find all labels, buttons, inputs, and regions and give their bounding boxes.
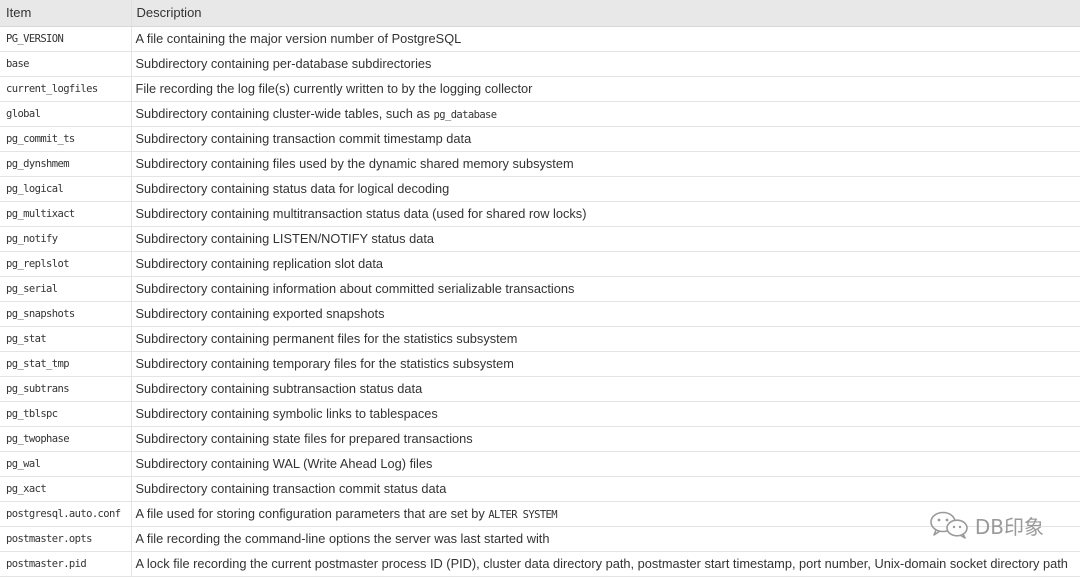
row-description: File recording the log file(s) currently… [131, 76, 1080, 102]
row-item: pg_snapshots [0, 301, 132, 327]
row-description-text: Subdirectory containing transaction comm… [135, 131, 472, 146]
row-description-text: A file used for storing configuration pa… [135, 506, 489, 521]
row-description-text: Subdirectory containing WAL (Write Ahead… [135, 456, 433, 471]
row-description-text: File recording the log file(s) currently… [135, 81, 533, 96]
row-description: Subdirectory containing permanent files … [131, 326, 1080, 352]
row-description: Subdirectory containing WAL (Write Ahead… [131, 451, 1080, 477]
table-row: postgresql.auto.conf A file used for stor… [0, 501, 1080, 527]
table-row: pg_stat_tmp Subdirectory containing tempo… [0, 351, 1080, 377]
row-description: Subdirectory containing cluster-wide tab… [131, 101, 1080, 127]
row-description-text: A file containing the major version numb… [135, 31, 462, 46]
row-item: current_logfiles [0, 76, 132, 102]
row-description: Subdirectory containing multitransaction… [131, 201, 1080, 227]
row-description: Subdirectory containing state files for … [131, 426, 1080, 452]
row-description: A file containing the major version numb… [131, 26, 1080, 52]
table-row: pg_snapshots Subdirectory containing expo… [0, 301, 1080, 327]
table-row: pg_notify Subdirectory containing LISTEN/… [0, 226, 1080, 252]
row-description-text: Subdirectory containing LISTEN/NOTIFY st… [135, 231, 435, 246]
row-description-text: Subdirectory containing information abou… [135, 281, 575, 296]
row-item: pg_tblspc [0, 401, 132, 427]
table-row: pg_commit_ts Subdirectory containing tran… [0, 126, 1080, 152]
row-description: Subdirectory containing per-database sub… [131, 51, 1080, 77]
row-description-text: A lock file recording the current postma… [135, 556, 1068, 571]
row-description-text: Subdirectory containing transaction comm… [135, 481, 447, 496]
row-description: A file recording the command-line option… [131, 526, 1080, 552]
table-header-row: Item Description [0, 0, 1080, 27]
row-description: Subdirectory containing subtransaction s… [131, 376, 1080, 402]
row-description-text: Subdirectory containing state files for … [135, 431, 473, 446]
row-description: Subdirectory containing transaction comm… [131, 476, 1080, 502]
row-description: Subdirectory containing status data for … [131, 176, 1080, 202]
row-description: Subdirectory containing replication slot… [131, 251, 1080, 277]
row-description: Subdirectory containing LISTEN/NOTIFY st… [131, 226, 1080, 252]
row-description-code: pg_database [433, 109, 498, 121]
row-description: Subdirectory containing symbolic links t… [131, 401, 1080, 427]
table-row: pg_xact Subdirectory containing transacti… [0, 476, 1080, 502]
row-description-text: Subdirectory containing permanent files … [135, 331, 518, 346]
row-item: pg_serial [0, 276, 132, 302]
row-description: Subdirectory containing exported snapsho… [131, 301, 1080, 327]
row-description-text: Subdirectory containing symbolic links t… [135, 406, 438, 421]
row-description-text: Subdirectory containing temporary files … [135, 356, 514, 371]
row-description: Subdirectory containing transaction comm… [131, 126, 1080, 152]
row-description-text: Subdirectory containing files used by th… [135, 156, 574, 171]
row-item: global [0, 101, 132, 127]
header-description: Description [130, 0, 1080, 27]
table-row: pg_multixact Subdirectory containing mult… [0, 201, 1080, 227]
row-item: pg_multixact [0, 201, 132, 227]
table-row: pg_stat Subdirectory containing permanent… [0, 326, 1080, 352]
row-item: postmaster.pid [0, 551, 132, 577]
table-row: postmaster.pid A lock file recording the … [0, 551, 1080, 577]
row-description: A file used for storing configuration pa… [131, 501, 1080, 527]
table-row: postmaster.opts A file recording the comm… [0, 526, 1080, 552]
row-description-text: Subdirectory containing per-database sub… [135, 56, 432, 71]
table-row: base Subdirectory containing per-database… [0, 51, 1080, 77]
row-item: pg_notify [0, 226, 132, 252]
row-item: postgresql.auto.conf [0, 501, 132, 527]
table-row: pg_wal Subdirectory containing WAL (Write… [0, 451, 1080, 477]
row-description: Subdirectory containing files used by th… [131, 151, 1080, 177]
row-item: pg_twophase [0, 426, 132, 452]
header-item: Item [0, 0, 131, 27]
row-item: pg_xact [0, 476, 132, 502]
row-description-text: Subdirectory containing exported snapsho… [135, 306, 385, 321]
table-row: pg_subtrans Subdirectory containing subtr… [0, 376, 1080, 402]
row-description: A lock file recording the current postma… [131, 551, 1080, 577]
row-item: pg_commit_ts [0, 126, 132, 152]
row-description-text: Subdirectory containing subtransaction s… [135, 381, 423, 396]
table-row: global Subdirectory containing cluster-wi… [0, 101, 1080, 127]
row-description: Subdirectory containing information abou… [131, 276, 1080, 302]
row-description-text: Subdirectory containing cluster-wide tab… [135, 106, 434, 121]
table-row: pg_replslot Subdirectory containing repli… [0, 251, 1080, 277]
row-item: pg_wal [0, 451, 132, 477]
table-row: pg_tblspc Subdirectory containing symboli… [0, 401, 1080, 427]
table-row: current_logfiles File recording the log f… [0, 76, 1080, 102]
row-item: pg_stat_tmp [0, 351, 132, 377]
row-item: pg_dynshmem [0, 151, 132, 177]
row-item: pg_logical [0, 176, 132, 202]
table-row: pg_dynshmem Subdirectory containing files… [0, 151, 1080, 177]
table-body: PG_VERSION A file containing the major ve… [0, 26, 1080, 577]
row-item: base [0, 51, 132, 77]
row-item: postmaster.opts [0, 526, 132, 552]
row-item: PG_VERSION [0, 26, 132, 52]
row-description-code: ALTER SYSTEM [488, 509, 557, 521]
row-description: Subdirectory containing temporary files … [131, 351, 1080, 377]
row-item: pg_stat [0, 326, 132, 352]
row-description-text: Subdirectory containing multitransaction… [135, 206, 587, 221]
table-row: pg_twophase Subdirectory containing state… [0, 426, 1080, 452]
data-directory-table: Item Description PG_VERSION A file contai… [0, 0, 1080, 577]
row-item: pg_replslot [0, 251, 132, 277]
table-row: pg_serial Subdirectory containing informa… [0, 276, 1080, 302]
row-description-text: Subdirectory containing status data for … [135, 181, 450, 196]
row-description-text: A file recording the command-line option… [135, 531, 550, 546]
table-row: pg_logical Subdirectory containing status… [0, 176, 1080, 202]
row-description-text: Subdirectory containing replication slot… [135, 256, 384, 271]
table-row: PG_VERSION A file containing the major ve… [0, 26, 1080, 52]
row-item: pg_subtrans [0, 376, 132, 402]
